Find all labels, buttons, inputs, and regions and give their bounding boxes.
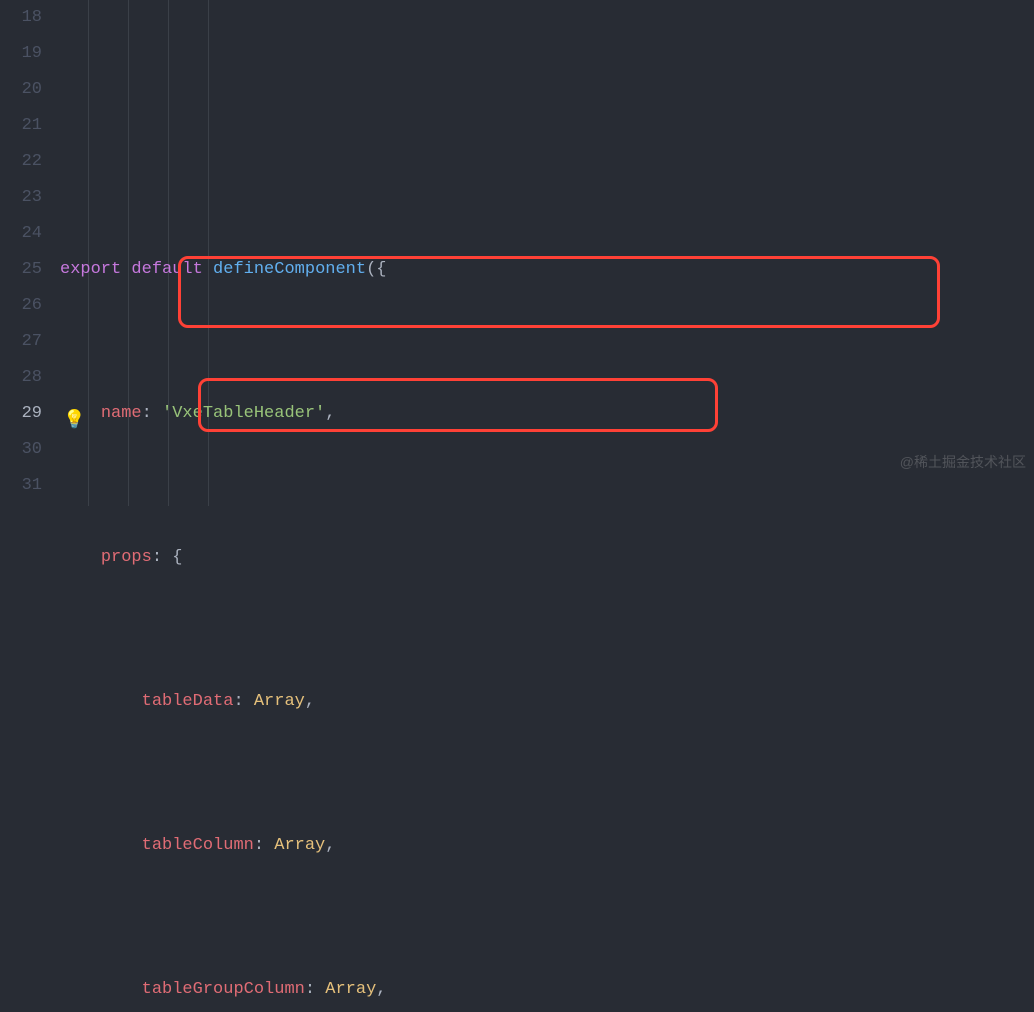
line-number: 19 <box>0 36 42 72</box>
code-area[interactable]: export default defineComponent({ name: '… <box>60 0 1034 506</box>
line-number: 28 <box>0 360 42 396</box>
line-number: 21 <box>0 108 42 144</box>
line-number: 22 <box>0 144 42 180</box>
line-number: 18 <box>0 0 42 36</box>
line-number: 26 <box>0 288 42 324</box>
line-number: 20 <box>0 72 42 108</box>
code-line[interactable]: export default defineComponent({ <box>60 252 1034 288</box>
line-number: 27 <box>0 324 42 360</box>
code-line[interactable]: tableColumn: Array, <box>60 828 1034 864</box>
code-line[interactable]: tableData: Array, <box>60 684 1034 720</box>
line-number: 24 <box>0 216 42 252</box>
line-number: 25 <box>0 252 42 288</box>
code-line[interactable]: tableGroupColumn: Array, <box>60 972 1034 1008</box>
line-number: 23 <box>0 180 42 216</box>
code-line[interactable]: props: { <box>60 540 1034 576</box>
line-number-active: 29 <box>0 396 42 432</box>
code-editor[interactable]: 18 19 20 21 22 23 24 25 26 27 28 29 30 3… <box>0 0 1034 506</box>
watermark: @稀土掘金技术社区 <box>900 444 1026 480</box>
lightbulb-icon[interactable]: 💡 <box>63 403 85 439</box>
line-number: 31 <box>0 468 42 504</box>
line-number: 30 <box>0 432 42 468</box>
code-line[interactable]: name: 'VxeTableHeader', <box>60 396 1034 432</box>
line-number-gutter: 18 19 20 21 22 23 24 25 26 27 28 29 30 3… <box>0 0 60 506</box>
